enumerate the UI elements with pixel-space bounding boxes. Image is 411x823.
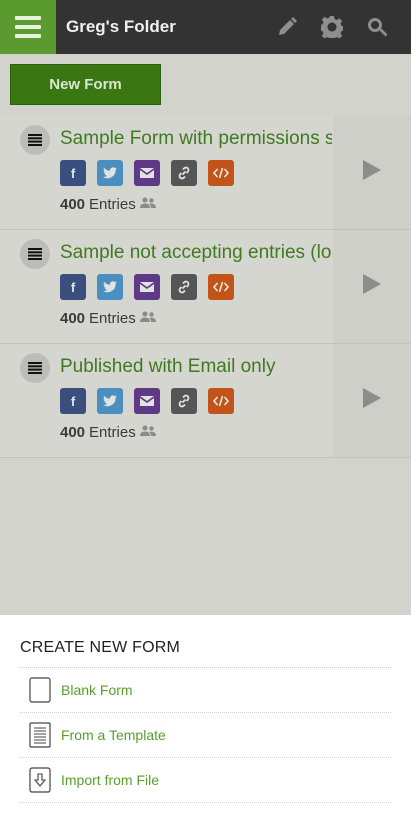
entries-count: 400 Entries xyxy=(60,310,156,327)
new-form-button[interactable]: New Form xyxy=(10,64,161,105)
embed-icon[interactable] xyxy=(208,160,234,186)
blank-form-option[interactable]: Blank Form xyxy=(20,668,391,712)
open-form-arrow-icon[interactable] xyxy=(363,160,381,180)
menu-icon[interactable] xyxy=(0,0,56,54)
form-title[interactable]: Sample Form with permissions set xyxy=(60,128,332,150)
users-icon xyxy=(139,424,156,441)
form-menu-icon[interactable] xyxy=(20,125,50,155)
gear-icon[interactable] xyxy=(321,16,343,38)
twitter-icon[interactable] xyxy=(97,160,123,186)
share-buttons: f xyxy=(60,274,234,300)
facebook-icon[interactable]: f xyxy=(60,388,86,414)
template-page-icon xyxy=(29,722,51,748)
twitter-icon[interactable] xyxy=(97,274,123,300)
email-icon[interactable] xyxy=(134,160,160,186)
entries-count: 400 Entries xyxy=(60,424,156,441)
form-row[interactable]: Published with Email only f 400 Entries xyxy=(0,344,411,458)
link-icon[interactable] xyxy=(171,160,197,186)
email-icon[interactable] xyxy=(134,388,160,414)
divider xyxy=(20,802,391,803)
users-icon xyxy=(139,196,156,213)
blank-page-icon xyxy=(29,677,51,703)
embed-icon[interactable] xyxy=(208,388,234,414)
link-icon[interactable] xyxy=(171,274,197,300)
entries-count: 400 Entries xyxy=(60,196,156,213)
facebook-icon[interactable]: f xyxy=(60,274,86,300)
form-title[interactable]: Sample not accepting entries (locked) xyxy=(60,242,332,264)
create-form-sheet: CREATE NEW FORM Blank Form From a Templa… xyxy=(0,615,411,823)
users-icon xyxy=(139,310,156,327)
share-buttons: f xyxy=(60,160,234,186)
edit-icon[interactable] xyxy=(276,16,298,38)
template-option[interactable]: From a Template xyxy=(20,713,391,757)
embed-icon[interactable] xyxy=(208,274,234,300)
search-icon[interactable] xyxy=(366,16,388,38)
app-header: Greg's Folder xyxy=(0,0,411,54)
form-list-area: New Form Sample Form with permissions se… xyxy=(0,54,411,615)
email-icon[interactable] xyxy=(134,274,160,300)
facebook-icon[interactable]: f xyxy=(60,160,86,186)
form-menu-icon[interactable] xyxy=(20,239,50,269)
link-icon[interactable] xyxy=(171,388,197,414)
import-file-icon xyxy=(29,767,51,793)
import-file-option[interactable]: Import from File xyxy=(20,758,391,802)
form-row[interactable]: Sample not accepting entries (locked) f … xyxy=(0,230,411,344)
open-form-arrow-icon[interactable] xyxy=(363,388,381,408)
share-buttons: f xyxy=(60,388,234,414)
form-menu-icon[interactable] xyxy=(20,353,50,383)
form-title[interactable]: Published with Email only xyxy=(60,356,332,378)
twitter-icon[interactable] xyxy=(97,388,123,414)
form-row[interactable]: Sample Form with permissions set f 400 En… xyxy=(0,116,411,230)
page-title: Greg's Folder xyxy=(66,17,176,36)
sheet-title: CREATE NEW FORM xyxy=(20,639,181,656)
open-form-arrow-icon[interactable] xyxy=(363,274,381,294)
